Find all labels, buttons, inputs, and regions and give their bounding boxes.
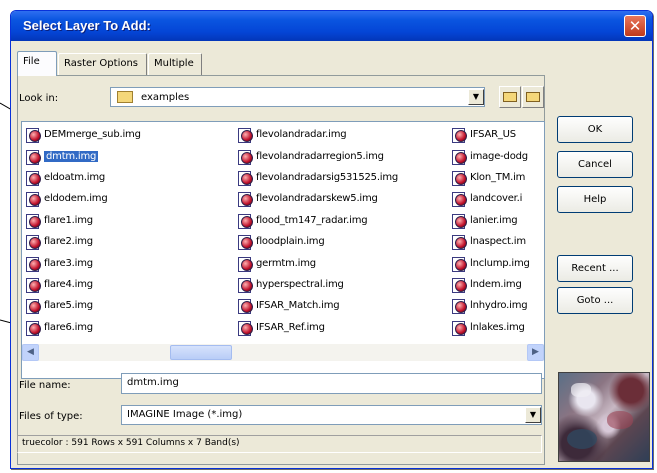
image-file-icon: [238, 234, 253, 251]
tab-file[interactable]: File: [17, 51, 57, 76]
file-item[interactable]: flare3.img: [24, 252, 236, 273]
file-item[interactable]: flare4.img: [24, 274, 236, 295]
folder-icon: [117, 91, 133, 103]
image-file-icon: [26, 213, 41, 229]
help-button[interactable]: Help: [557, 186, 633, 213]
horizontal-scrollbar[interactable]: ◀ ▶: [22, 344, 544, 361]
look-in-label: Look in:: [19, 93, 59, 104]
file-item-selected[interactable]: dmtm.img: [24, 145, 236, 166]
file-item[interactable]: Klon_TM.im: [450, 167, 544, 188]
file-column-1: DEMmerge_sub.img dmtm.img eldoatm.img el…: [24, 124, 236, 338]
image-file-icon: [452, 213, 467, 229]
file-item[interactable]: floodplain.img: [236, 231, 448, 252]
image-file-icon: [452, 298, 467, 315]
new-folder-icon: [526, 92, 540, 102]
scroll-left-button[interactable]: ◀: [22, 344, 39, 361]
scroll-thumb[interactable]: [170, 345, 232, 360]
image-file-icon: [238, 213, 253, 229]
image-file-icon: [26, 170, 41, 186]
file-item[interactable]: flood_tm147_radar.img: [236, 210, 448, 231]
file-column-2: flevolandradar.img flevolandradarregion5…: [236, 124, 448, 338]
image-file-icon: [26, 320, 41, 336]
file-item[interactable]: flevolandradarsig531525.img: [236, 167, 448, 188]
image-file-icon: [238, 256, 253, 272]
file-item[interactable]: eldodem.img: [24, 188, 236, 209]
file-item[interactable]: flare2.img: [24, 231, 236, 252]
image-file-icon: [452, 320, 467, 336]
image-file-icon: [26, 298, 41, 315]
image-file-icon: [452, 234, 467, 251]
file-item[interactable]: lnaspect.im: [450, 231, 544, 252]
tab-raster-options[interactable]: Raster Options: [58, 53, 147, 75]
image-preview-thumbnail: [558, 372, 650, 462]
file-item[interactable]: flevolandradar.img: [236, 124, 448, 145]
look-in-combo[interactable]: examples ▼: [110, 87, 485, 107]
ok-button[interactable]: OK: [557, 116, 633, 143]
cancel-button[interactable]: Cancel: [557, 151, 633, 178]
up-folder-icon: [503, 92, 517, 102]
recent-button[interactable]: Recent ...: [557, 255, 633, 282]
file-item[interactable]: IFSAR_Ref.img: [236, 317, 448, 338]
file-item[interactable]: germtm.img: [236, 252, 448, 273]
image-file-icon: [452, 191, 467, 208]
files-of-type-select[interactable]: IMAGINE Image (*.img) ▼: [121, 405, 542, 425]
scroll-right-button[interactable]: ▶: [527, 344, 544, 361]
file-item[interactable]: lanier.img: [450, 210, 544, 231]
image-file-icon: [452, 149, 467, 165]
file-item[interactable]: landcover.i: [450, 188, 544, 209]
files-of-type-dropdown-arrow[interactable]: ▼: [525, 407, 541, 423]
image-file-icon: [238, 298, 253, 315]
file-item[interactable]: IFSAR_US: [450, 124, 544, 145]
status-bar: truecolor : 591 Rows x 591 Columns x 7 B…: [17, 435, 542, 453]
file-item[interactable]: flare1.img: [24, 210, 236, 231]
file-list[interactable]: DEMmerge_sub.img dmtm.img eldoatm.img el…: [21, 121, 545, 379]
file-item[interactable]: lnlakes.img: [450, 317, 544, 338]
files-of-type-label: Files of type:: [19, 411, 83, 422]
image-file-icon: [452, 127, 467, 144]
file-name-label: File name:: [19, 380, 71, 391]
image-file-icon: [238, 320, 253, 336]
file-item[interactable]: flare5.img: [24, 295, 236, 316]
look-in-dropdown-arrow[interactable]: ▼: [468, 89, 484, 105]
file-item[interactable]: flevolandradarskew5.img: [236, 188, 448, 209]
image-file-icon: [452, 170, 467, 186]
image-file-icon: [26, 191, 41, 208]
file-item[interactable]: lndem.img: [450, 274, 544, 295]
look-in-value: examples: [141, 92, 190, 103]
image-file-icon: [452, 277, 467, 293]
image-file-icon: [238, 170, 253, 186]
image-file-icon: [26, 127, 41, 144]
new-folder-button[interactable]: [522, 86, 544, 108]
file-item[interactable]: hyperspectral.img: [236, 274, 448, 295]
file-item[interactable]: lnclump.img: [450, 252, 544, 273]
file-item[interactable]: DEMmerge_sub.img: [24, 124, 236, 145]
image-file-icon: [238, 127, 253, 144]
title-bar[interactable]: Select Layer To Add: ✕: [11, 11, 652, 41]
dialog-title: Select Layer To Add:: [23, 18, 151, 33]
close-button[interactable]: ✕: [624, 15, 646, 37]
file-item[interactable]: lnhydro.img: [450, 295, 544, 316]
goto-button[interactable]: Goto ...: [557, 287, 633, 314]
file-item[interactable]: IFSAR_Match.img: [236, 295, 448, 316]
file-item[interactable]: image-dodg: [450, 145, 544, 166]
image-file-icon: [26, 256, 41, 272]
file-item[interactable]: flevolandradarregion5.img: [236, 145, 448, 166]
file-item[interactable]: eldoatm.img: [24, 167, 236, 188]
up-folder-button[interactable]: [499, 86, 521, 108]
image-file-icon: [238, 277, 253, 293]
files-of-type-value: IMAGINE Image (*.img): [127, 409, 243, 420]
file-item[interactable]: flare6.img: [24, 317, 236, 338]
image-file-icon: [26, 149, 41, 165]
image-file-icon: [238, 191, 253, 208]
file-column-3: IFSAR_US image-dodg Klon_TM.im landcover…: [450, 124, 544, 338]
image-file-icon: [452, 256, 467, 272]
select-layer-dialog: Select Layer To Add: ✕ File Raster Optio…: [10, 10, 653, 469]
image-file-icon: [26, 277, 41, 293]
image-file-icon: [238, 149, 253, 165]
image-file-icon: [26, 234, 41, 251]
file-name-input[interactable]: dmtm.img: [121, 373, 542, 394]
tab-multiple[interactable]: Multiple: [148, 53, 202, 75]
